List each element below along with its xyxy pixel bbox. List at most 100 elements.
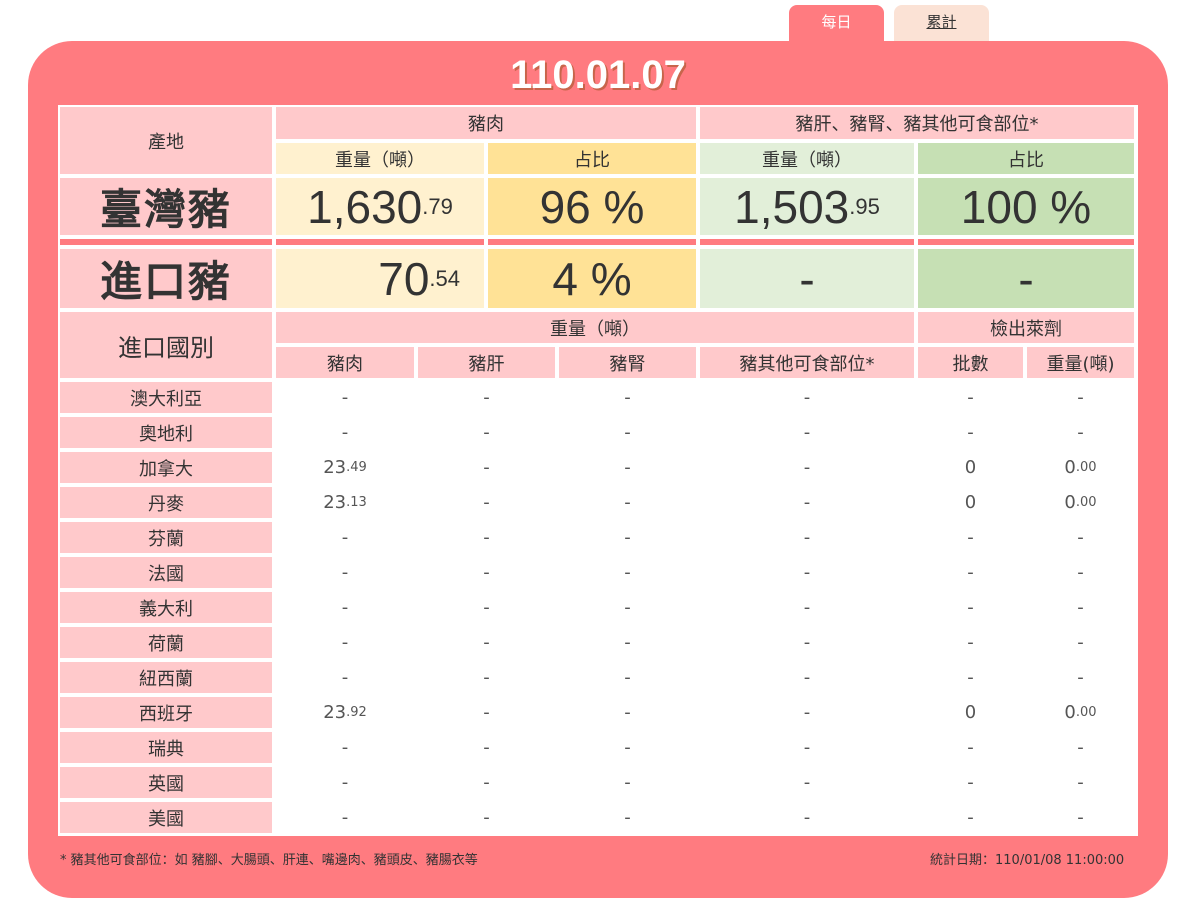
kidney-weight: -	[559, 732, 696, 763]
other-weight: -	[700, 802, 914, 833]
other-weight: -	[700, 662, 914, 693]
imported-label: 進口豬	[60, 249, 272, 308]
tab-cumulative[interactable]: 累計	[894, 5, 989, 41]
detected-weight: -	[1027, 767, 1134, 798]
kidney-weight: -	[559, 627, 696, 658]
kidney-weight: -	[559, 592, 696, 623]
detected-weight: -	[1027, 382, 1134, 413]
liver-weight: -	[418, 662, 555, 693]
country-header: 進口國別	[60, 312, 272, 378]
liver-weight: -	[418, 417, 555, 448]
col-header-detected-weight: 重量(噸)	[1027, 347, 1134, 378]
kidney-weight: -	[559, 802, 696, 833]
detected-batches: -	[918, 557, 1023, 588]
country-name: 芬蘭	[60, 522, 272, 553]
kidney-weight: -	[559, 767, 696, 798]
liver-weight: -	[418, 627, 555, 658]
row-separator	[276, 239, 484, 245]
liver-weight: -	[418, 487, 555, 518]
pork-weight: -	[276, 662, 414, 693]
col-header-other: 豬其他可食部位*	[700, 347, 914, 378]
row-separator	[60, 239, 272, 245]
other-weight: -	[700, 732, 914, 763]
detected-batches: -	[918, 732, 1023, 763]
pork-weight-header: 重量（噸）	[276, 143, 484, 174]
row-separator	[700, 239, 914, 245]
imported-offal-ratio: -	[918, 249, 1134, 308]
detected-batches: -	[918, 662, 1023, 693]
liver-weight: -	[418, 452, 555, 483]
detected-weight: 0.00	[1027, 487, 1134, 518]
detected-weight: -	[1027, 592, 1134, 623]
domestic-offal-ratio: 100 %	[918, 178, 1134, 235]
detected-batches: 0	[918, 697, 1023, 728]
stat-date: 統計日期：110/01/08 11:00:00	[930, 853, 1125, 868]
pork-weight: -	[276, 592, 414, 623]
tab-daily[interactable]: 每日	[789, 5, 884, 41]
country-weight-header: 重量（噸）	[276, 312, 914, 343]
country-name: 奧地利	[60, 417, 272, 448]
liver-weight: -	[418, 767, 555, 798]
country-name: 瑞典	[60, 732, 272, 763]
other-weight: -	[700, 557, 914, 588]
pork-weight: -	[276, 802, 414, 833]
offal-weight-header: 重量（噸）	[700, 143, 914, 174]
other-weight: -	[700, 697, 914, 728]
other-weight: -	[700, 417, 914, 448]
offal-header: 豬肝、豬腎、豬其他可食部位*	[700, 107, 1134, 139]
stats-card: 110.01.07 產地 豬肉 豬肝、豬腎、豬其他可食部位* 重量（噸） 占比 …	[28, 41, 1168, 898]
country-name: 澳大利亞	[60, 382, 272, 413]
kidney-weight: -	[559, 417, 696, 448]
detected-weight: 0.00	[1027, 452, 1134, 483]
pork-weight: -	[276, 627, 414, 658]
row-separator	[488, 239, 696, 245]
imported-offal-weight: -	[700, 249, 914, 308]
detected-batches: -	[918, 417, 1023, 448]
liver-weight: -	[418, 522, 555, 553]
detected-batches: -	[918, 382, 1023, 413]
pork-weight: -	[276, 732, 414, 763]
kidney-weight: -	[559, 662, 696, 693]
domestic-pork-ratio: 96 %	[488, 178, 696, 235]
liver-weight: -	[418, 802, 555, 833]
country-name: 荷蘭	[60, 627, 272, 658]
other-weight: -	[700, 592, 914, 623]
detected-batches: 0	[918, 452, 1023, 483]
pork-weight: -	[276, 557, 414, 588]
ractopamine-header: 檢出萊劑	[918, 312, 1134, 343]
detected-weight: -	[1027, 732, 1134, 763]
detected-batches: -	[918, 802, 1023, 833]
country-name: 丹麥	[60, 487, 272, 518]
origin-header: 產地	[60, 107, 272, 174]
col-header-pork: 豬肉	[276, 347, 414, 378]
pork-weight: -	[276, 767, 414, 798]
col-header-batches: 批數	[918, 347, 1023, 378]
pork-weight: 23.49	[276, 452, 414, 483]
kidney-weight: -	[559, 522, 696, 553]
liver-weight: -	[418, 557, 555, 588]
country-name: 義大利	[60, 592, 272, 623]
pork-weight: 23.92	[276, 697, 414, 728]
country-name: 紐西蘭	[60, 662, 272, 693]
liver-weight: -	[418, 732, 555, 763]
stats-table: 產地 豬肉 豬肝、豬腎、豬其他可食部位* 重量（噸） 占比 重量（噸） 占比 臺…	[58, 105, 1138, 836]
footnote: * 豬其他可食部位：如 豬腳、大腸頭、肝連、嘴邊肉、豬頭皮、豬腸衣等	[60, 853, 478, 868]
other-weight: -	[700, 487, 914, 518]
other-weight: -	[700, 522, 914, 553]
domestic-pork-weight: 1,630.79	[276, 178, 484, 235]
detected-weight: 0.00	[1027, 697, 1134, 728]
domestic-offal-weight: 1,503.95	[700, 178, 914, 235]
detected-weight: -	[1027, 802, 1134, 833]
col-header-kidney: 豬腎	[559, 347, 696, 378]
pork-ratio-header: 占比	[488, 143, 696, 174]
pork-header: 豬肉	[276, 107, 696, 139]
kidney-weight: -	[559, 697, 696, 728]
country-name: 法國	[60, 557, 272, 588]
kidney-weight: -	[559, 382, 696, 413]
liver-weight: -	[418, 382, 555, 413]
kidney-weight: -	[559, 452, 696, 483]
offal-ratio-header: 占比	[918, 143, 1134, 174]
col-header-liver: 豬肝	[418, 347, 555, 378]
detected-weight: -	[1027, 557, 1134, 588]
detected-batches: 0	[918, 487, 1023, 518]
